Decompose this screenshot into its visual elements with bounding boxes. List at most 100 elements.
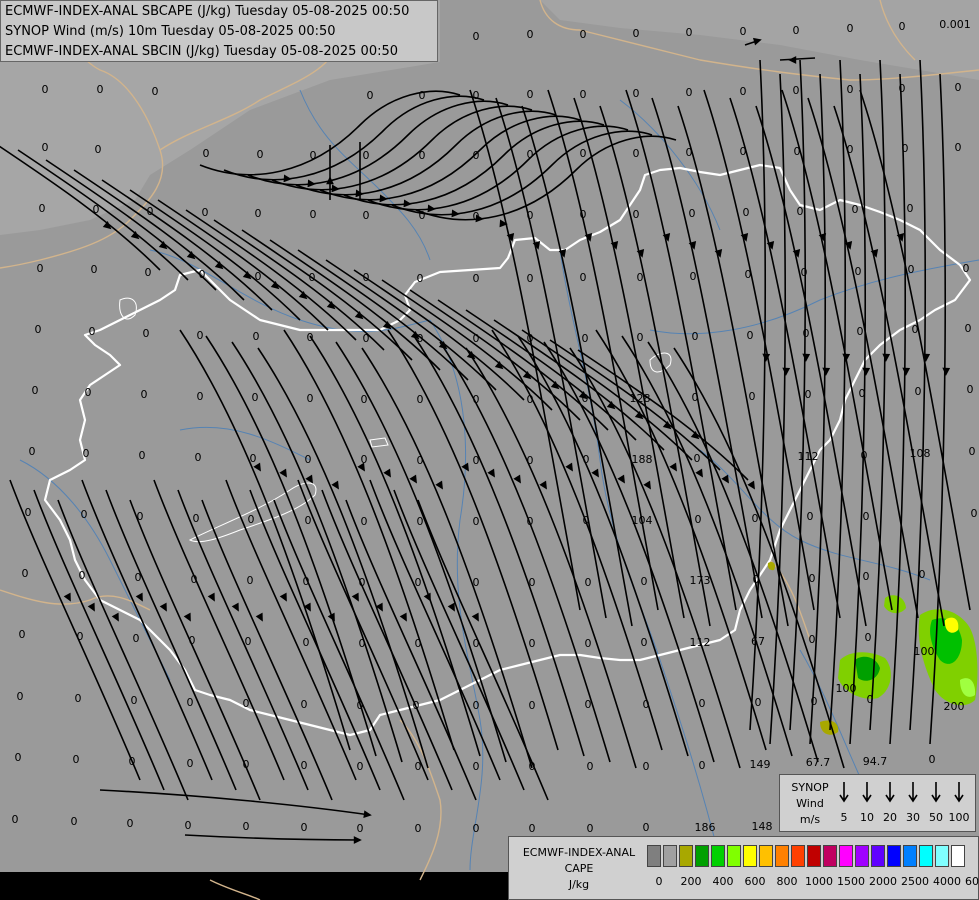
cape-value-label: 0 <box>580 88 587 101</box>
cape-value-label: 0 <box>583 514 590 527</box>
streamline <box>409 289 581 421</box>
wind-legend-unit: m/s <box>799 813 821 826</box>
streamline-arrowhead <box>690 431 700 440</box>
streamline <box>185 209 357 341</box>
cape-value-label: 0 <box>415 822 422 835</box>
streamline-arrowhead <box>721 474 729 484</box>
cape-value-label: 0 <box>745 268 752 281</box>
cape-value-label: 108 <box>910 447 931 460</box>
cape-value-label: 188 <box>632 453 653 466</box>
cape-blob <box>820 720 839 735</box>
cape-value-label: 0 <box>527 272 534 285</box>
cape-value-label: 100 <box>836 682 857 695</box>
streamline-arrowhead <box>305 474 313 484</box>
cape-value-label: 0 <box>807 510 814 523</box>
streamline-arrowhead <box>270 281 280 290</box>
streamline-arrowhead <box>231 602 239 612</box>
title-sbcin: ECMWF-INDEX-ANAL SBCIN (J/kg) Tuesday 05… <box>5 44 399 59</box>
cape-color-swatch <box>935 845 949 867</box>
hungary-border <box>43 163 972 737</box>
cape-value-label: 0 <box>243 758 250 771</box>
cape-value-label: 0 <box>357 822 364 835</box>
cape-color-swatch <box>663 845 677 867</box>
streamline-arrowhead <box>606 401 616 410</box>
streamline <box>297 249 469 381</box>
streamline <box>595 329 767 751</box>
streamline <box>889 73 906 745</box>
weather-map[interactable]: 0 0 0 0 0 0 0 0 0 0 0 0 0.001 0 0 0 0 0 0 0 0 0 0 0 0 0 0 0 0 0 0 0 0 0 0 0… <box>0 0 979 900</box>
cape-value-label: 0 <box>197 329 204 342</box>
cape-value-label: 0 <box>969 445 976 458</box>
cape-color-swatch <box>855 845 869 867</box>
cape-value-label: 0 <box>865 631 872 644</box>
cape-value-label: 0 <box>89 325 96 338</box>
cape-color-swatch <box>839 845 853 867</box>
wind-arrow-icon <box>908 782 918 803</box>
streamline-arrowhead <box>354 311 364 320</box>
wind-legend-value: 5 <box>840 811 848 824</box>
cape-value-label: 0 <box>199 268 206 281</box>
cape-value-label: 0 <box>633 27 640 40</box>
streamline-arrowhead <box>255 612 263 622</box>
cape-value-label: 0 <box>955 81 962 94</box>
cape-value-label: 0 <box>137 510 144 523</box>
cape-value-label: 0 <box>811 695 818 708</box>
title-sbcape: ECMWF-INDEX-ANAL SBCAPE (J/kg) Tuesday 0… <box>5 4 410 19</box>
cape-value-label: 0 <box>305 514 312 527</box>
streamline-arrowhead <box>331 480 339 490</box>
cape-value-label: 0 <box>361 393 368 406</box>
cape-value-label: 0 <box>257 148 264 161</box>
cape-value-label: 0 <box>25 506 32 519</box>
cape-value-label: 0 <box>527 515 534 528</box>
cape-color-swatch <box>903 845 917 867</box>
cape-value-label: 0 <box>415 760 422 773</box>
streamline-arrowhead <box>159 602 167 612</box>
streamline-arrowhead <box>363 810 372 818</box>
wind-arrow-icon <box>839 782 849 803</box>
cape-value-label: 0 <box>582 332 589 345</box>
streamline <box>755 105 867 627</box>
cape-value-label: 0 <box>307 392 314 405</box>
cape-value-label: 0 <box>367 89 374 102</box>
cape-value-label: 94.7 <box>863 755 888 768</box>
cape-value-label: 0 <box>641 575 648 588</box>
cape-value-label: 0 <box>580 271 587 284</box>
cape-value-label: 0 <box>527 332 534 345</box>
cape-color-swatch <box>743 845 757 867</box>
cape-value-label: 0 <box>187 757 194 770</box>
cape-value-label: 0 <box>793 84 800 97</box>
cape-value-label: 0 <box>193 512 200 525</box>
cape-value-label: 173 <box>690 574 711 587</box>
cape-value-label: 0.001 <box>939 18 971 31</box>
streamline-arrowhead <box>788 56 797 64</box>
streamline <box>179 329 351 751</box>
wind-arrow-icon <box>862 782 872 803</box>
streamline <box>184 834 361 841</box>
wind-legend-title: SYNOP <box>791 781 829 794</box>
cape-value-label: 0 <box>419 209 426 222</box>
cape-value-label: 0 <box>643 821 650 834</box>
cape-value-label: 0 <box>301 821 308 834</box>
cape-color-swatch <box>775 845 789 867</box>
wind-legend-value: 20 <box>883 811 897 824</box>
cape-value-label: 0 <box>71 815 78 828</box>
cape-value-label: 0 <box>473 822 480 835</box>
streamline-arrowhead <box>279 592 287 602</box>
cape-value-label: 0 <box>907 202 914 215</box>
streamline <box>157 199 329 331</box>
cape-value-label: 0 <box>912 323 919 336</box>
cape-value-label: 0 <box>582 392 589 405</box>
streamline <box>369 479 501 781</box>
cape-value-label: 0 <box>363 149 370 162</box>
cape-value-label: 0 <box>143 327 150 340</box>
cape-value-label: 0 <box>195 451 202 464</box>
cape-value-label: 0 <box>580 208 587 221</box>
cape-blob <box>767 561 776 571</box>
cape-color-swatch <box>727 845 741 867</box>
cape-value-label: 0 <box>243 820 250 833</box>
cape-value-label: 0 <box>686 86 693 99</box>
streamline <box>517 335 689 757</box>
cape-value-label: 0 <box>863 570 870 583</box>
cape-value-label: 0 <box>752 512 759 525</box>
streamline <box>779 57 816 61</box>
